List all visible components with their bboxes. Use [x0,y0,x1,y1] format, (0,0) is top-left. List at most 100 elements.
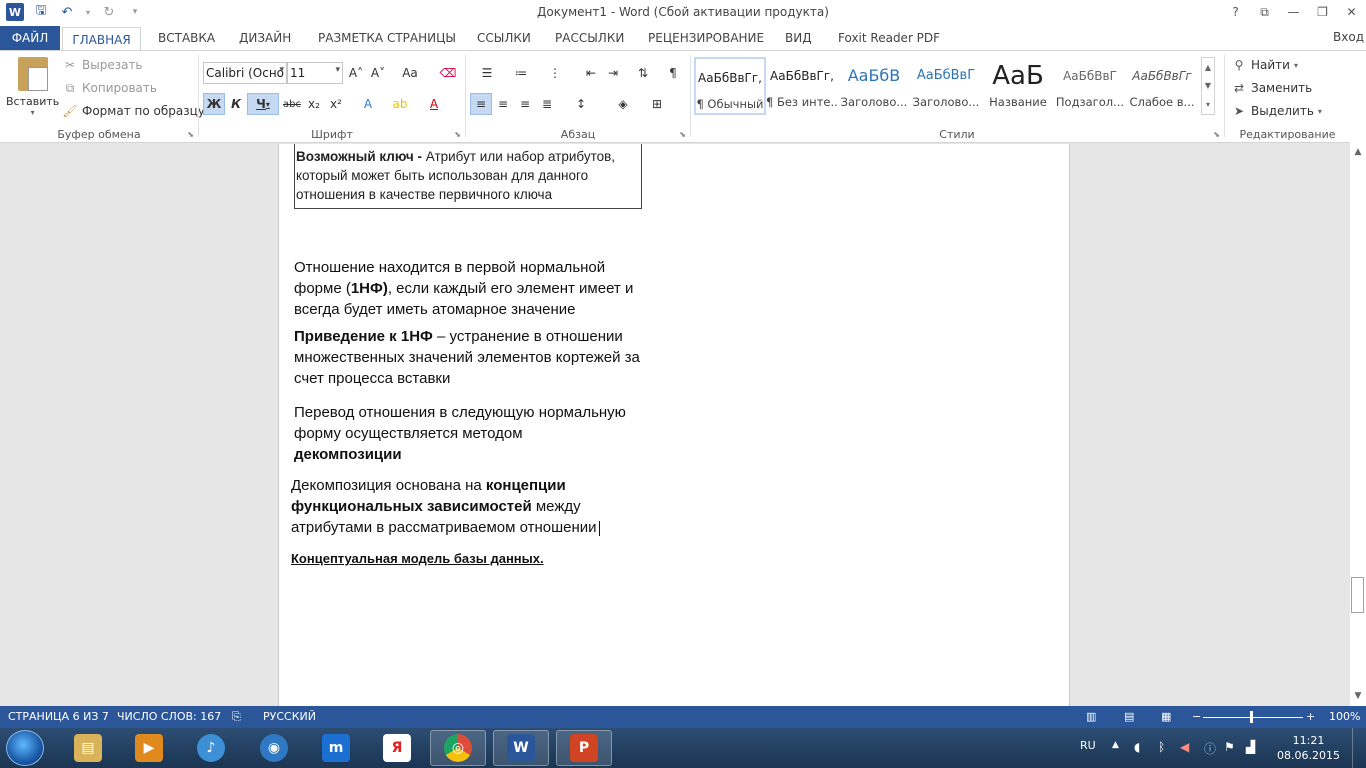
shrink-font-button[interactable]: A˅ [367,62,389,84]
paragraph-to-1nf: Приведение к 1НФ – устранение в отношени… [294,326,646,389]
decrease-indent-icon[interactable]: ⇤ [580,62,602,84]
align-right-icon[interactable]: ≡ [514,93,536,115]
underline-button[interactable]: Ч ▾ [247,93,279,115]
zoom-level[interactable]: 100% [1329,710,1360,723]
bold-button[interactable]: Ж [203,93,225,115]
line-spacing-icon[interactable]: ↕ [566,93,596,115]
taskbar-powerpoint[interactable]: P [556,730,612,766]
highlight-icon[interactable]: ab [389,93,411,115]
taskbar-globe[interactable]: ◉ [246,730,302,766]
tab-foxit[interactable]: Foxit Reader PDF [838,26,940,50]
minimize-button[interactable]: — [1279,0,1308,24]
sign-in-link[interactable]: Вход [1333,30,1364,44]
strikethrough-button[interactable]: abc [281,93,303,115]
paste-button[interactable]: Вставить ▾ [6,57,59,117]
find-label: Найти [1251,58,1290,72]
volume-icon[interactable]: ◀ [1180,740,1189,754]
font-color-icon[interactable]: A [423,93,445,115]
page-count[interactable]: СТРАНИЦА 6 ИЗ 7 [8,710,109,723]
tab-home[interactable]: ГЛАВНАЯ [62,27,141,51]
show-desktop-button[interactable] [1352,728,1366,768]
taskbar-word[interactable]: W [493,730,549,766]
copy-button[interactable]: ⧉ Копировать [62,80,157,96]
text-effects-icon[interactable]: A [357,93,379,115]
subscript-button[interactable]: x₂ [303,93,325,115]
language-indicator[interactable]: РУССКИЙ [263,710,316,723]
info-icon[interactable]: ⓘ [1204,740,1216,757]
clipboard-launcher-icon[interactable]: ⬊ [187,130,194,139]
scroll-up-icon[interactable]: ▲ [1350,144,1366,160]
input-language[interactable]: RU [1080,739,1096,752]
media-player-icon: ▶ [135,734,163,762]
start-button[interactable] [6,730,44,766]
zoom-in-icon[interactable]: + [1306,710,1315,723]
align-left-icon[interactable]: ≡ [470,93,492,115]
bullets-icon[interactable]: ☰ [472,62,502,84]
document-page[interactable]: Возможный ключ - Атрибут или набор атриб… [278,144,1070,706]
bluetooth-icon[interactable]: ᛒ [1158,740,1165,754]
align-center-icon[interactable]: ≡ [492,93,514,115]
ribbon-display-options-button[interactable]: ⧉ [1250,0,1279,24]
replace-button[interactable]: ⇄ Заменить [1231,80,1312,96]
tab-design[interactable]: ДИЗАЙН [239,26,291,50]
superscript-button[interactable]: x² [325,93,347,115]
tab-view[interactable]: ВИД [785,26,812,50]
show-hidden-icons-icon[interactable]: ▲ [1112,740,1119,750]
print-layout-icon[interactable]: ▤ [1124,710,1134,723]
select-button[interactable]: ➤ Выделить ▾ [1231,103,1322,119]
paragraph-launcher-icon[interactable]: ⬊ [679,130,686,139]
tab-review[interactable]: РЕЦЕНЗИРОВАНИЕ [648,26,764,50]
close-button[interactable]: ✕ [1337,0,1366,24]
increase-indent-icon[interactable]: ⇥ [602,62,624,84]
scroll-down-icon[interactable]: ▼ [1350,688,1366,704]
shading-icon[interactable]: ◈ [608,93,638,115]
multilevel-list-icon[interactable]: ⋮ [540,62,570,84]
change-case-button[interactable]: Aa [395,62,425,84]
cut-button[interactable]: ✂ Вырезать [62,57,143,73]
font-launcher-icon[interactable]: ⬊ [454,130,461,139]
brush-icon: 🖌 [62,104,78,118]
taskbar-chrome[interactable]: ◎ [430,730,486,766]
taskbar-maxthon[interactable]: m [308,730,364,766]
tab-references[interactable]: ССЫЛКИ [477,26,531,50]
tab-insert[interactable]: ВСТАВКА [158,26,215,50]
font-size-combo[interactable]: 11 ▾ [287,62,343,84]
styles-launcher-icon[interactable]: ⬊ [1213,130,1220,139]
read-mode-icon[interactable]: ▥ [1086,710,1096,723]
grow-font-button[interactable]: A˄ [345,62,367,84]
scroll-thumb[interactable] [1351,577,1364,613]
vertical-scrollbar[interactable]: ▲ ▼ [1350,126,1366,706]
proofing-icon[interactable]: ⎘ [232,710,241,724]
title-bar: W 🖫 ↶ ▾ ↻ ▾ Документ1 - Word (Сбой актив… [0,0,1366,26]
tab-page-layout[interactable]: РАЗМЕТКА СТРАНИЦЫ [318,26,456,50]
speaker-icon[interactable]: ◖ [1134,740,1140,754]
definition-box: Возможный ключ - Атрибут или набор атриб… [294,144,642,209]
sort-icon[interactable]: ⇅ [632,62,654,84]
clear-formatting-icon[interactable]: ⌫ [437,62,459,84]
borders-icon[interactable]: ⊞ [642,93,672,115]
zoom-out-icon[interactable]: − [1192,710,1201,723]
italic-button[interactable]: К [225,93,247,115]
find-button[interactable]: ⚲ Найти ▾ [1231,57,1298,73]
help-button[interactable]: ? [1221,0,1250,24]
action-center-icon[interactable]: ⚑ [1224,740,1235,754]
web-layout-icon[interactable]: ▦ [1161,710,1171,723]
numbering-icon[interactable]: ≔ [506,62,536,84]
clock-date: 08.06.2015 [1277,749,1340,762]
word-count[interactable]: ЧИСЛО СЛОВ: 167 [117,710,221,723]
clock[interactable]: 11:21 08.06.2015 [1277,733,1340,763]
taskbar-media-player[interactable]: ▶ [121,730,177,766]
tab-file[interactable]: ФАЙЛ [0,26,60,50]
format-painter-button[interactable]: 🖌 Формат по образцу [62,103,205,119]
show-marks-icon[interactable]: ¶ [662,62,684,84]
taskbar-explorer[interactable]: ▤ [60,730,116,766]
tab-mailings[interactable]: РАССЫЛКИ [555,26,624,50]
zoom-slider[interactable] [1203,717,1303,718]
justify-icon[interactable]: ≣ [536,93,558,115]
taskbar-yandex[interactable]: Я [369,730,425,766]
font-name-combo[interactable]: Calibri (Осно ▾ [203,62,287,84]
taskbar-audio[interactable]: ♪ [183,730,239,766]
maximize-button[interactable]: ❐ [1308,0,1337,24]
network-icon[interactable]: ▟ [1246,740,1255,754]
zoom-slider-thumb[interactable] [1250,711,1253,723]
